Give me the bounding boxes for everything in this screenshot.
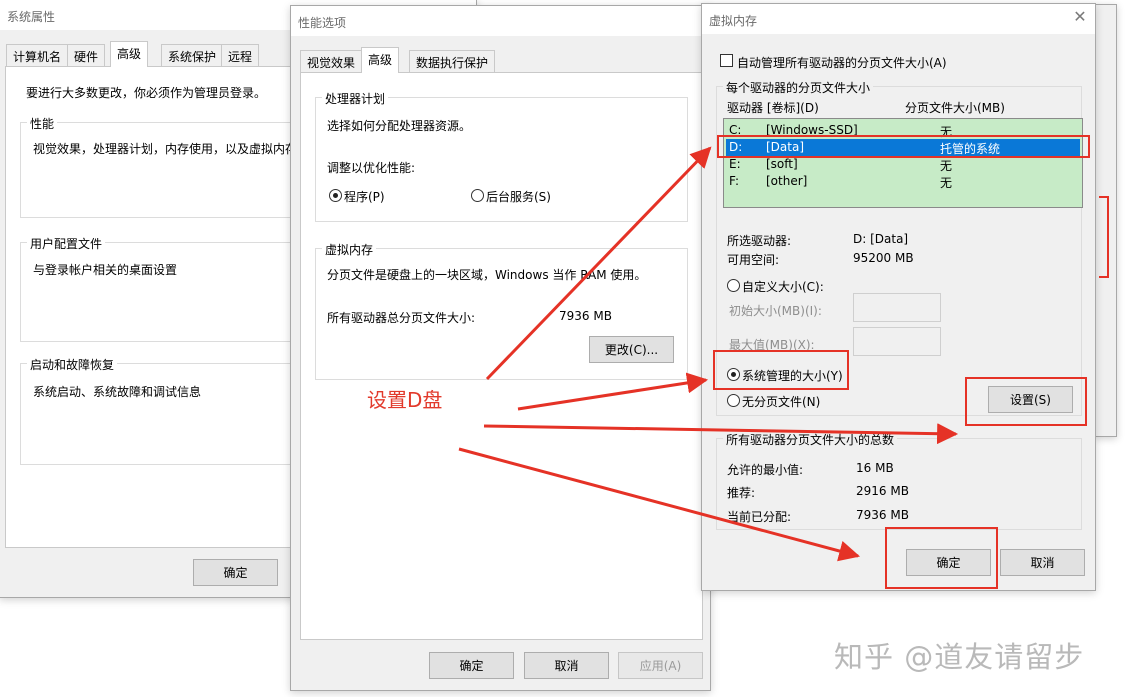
arrow-to-system-managed bbox=[517, 372, 709, 411]
arrow-to-ok-button bbox=[458, 447, 861, 562]
tab-advanced[interactable]: 高级 bbox=[110, 41, 149, 67]
tab-perf-advanced[interactable]: 高级 bbox=[361, 47, 400, 73]
arrow-to-drive-d bbox=[485, 146, 712, 381]
watermark: 知乎 @道友请留步 bbox=[834, 640, 1085, 674]
arrow-to-set-button bbox=[483, 423, 959, 445]
annotation-arrows bbox=[458, 146, 959, 562]
annotation-label: 设置D盘 bbox=[367, 388, 443, 412]
